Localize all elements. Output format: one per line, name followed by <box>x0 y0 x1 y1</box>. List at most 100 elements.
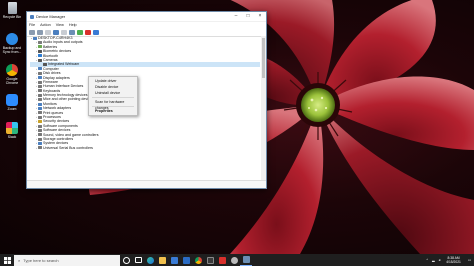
device-category-icon <box>38 41 42 45</box>
maximize-button[interactable]: □ <box>242 12 254 21</box>
device-manager-icon <box>30 14 34 19</box>
download-icon[interactable] <box>93 29 99 35</box>
clock-date: 4/15/2021 <box>446 260 461 264</box>
task-view-button[interactable] <box>132 254 144 266</box>
search-icon: ⌕ <box>18 257 21 263</box>
desktop-icon-label: Zoom <box>7 107 17 111</box>
taskbar-settings[interactable] <box>228 254 240 266</box>
device-category-icon <box>38 67 42 71</box>
device-category-icon <box>38 45 42 49</box>
taskbar-search-box[interactable]: ⌕ Type here to search <box>14 254 120 266</box>
minimize-button[interactable]: – <box>230 12 242 21</box>
vertical-scrollbar[interactable] <box>261 36 266 180</box>
uninstall-device-icon[interactable] <box>85 29 91 35</box>
recycle-bin-icon <box>7 2 17 14</box>
slack-icon <box>6 122 18 134</box>
taskbar-clock[interactable]: 8:38 AM 4/15/2021 <box>446 256 461 264</box>
view-icon[interactable] <box>61 29 67 35</box>
device-category-icon <box>38 71 42 75</box>
task-view-icon <box>134 257 142 263</box>
desktop-icon-label: Slack <box>7 135 17 139</box>
device-category-icon <box>38 58 42 62</box>
device-category-icon <box>38 128 42 132</box>
taskbar-chrome[interactable] <box>192 254 204 266</box>
desktop-icon-zoom[interactable]: Zoom <box>1 94 23 111</box>
taskbar-store[interactable] <box>168 254 180 266</box>
taskbar-mail[interactable] <box>180 254 192 266</box>
device-category-icon <box>38 137 42 141</box>
system-tray: ^ ▂ ◂ 8:38 AM 4/15/2021 ▭ <box>424 256 474 264</box>
taskbar-photos[interactable] <box>216 254 228 266</box>
notifications-icon[interactable]: ▭ <box>468 258 471 262</box>
forward-arrow-icon[interactable] <box>37 29 43 35</box>
device-category-icon <box>38 89 42 93</box>
device-category-icon <box>38 102 42 106</box>
mail-icon <box>182 256 190 264</box>
taskbar-app-dark[interactable] <box>204 254 216 266</box>
menu-help[interactable]: Help <box>69 23 77 27</box>
properties-icon[interactable] <box>45 29 51 35</box>
context-menu-item[interactable]: Uninstall device <box>89 90 137 96</box>
folder-icon <box>158 256 166 264</box>
device-category-icon <box>38 146 42 150</box>
device-category-icon <box>38 76 42 80</box>
device-category-icon <box>33 36 37 40</box>
cloud-icon <box>6 33 18 45</box>
taskbar-file-explorer[interactable] <box>156 254 168 266</box>
context-menu-item[interactable]: Properties <box>89 108 137 114</box>
device-category-icon <box>38 106 42 110</box>
device-category-icon <box>38 93 42 97</box>
windows-logo-icon <box>3 256 11 264</box>
context-menu-item[interactable]: Scan for hardware changes <box>89 99 137 110</box>
tree-item[interactable]: › Universal Serial Bus controllers <box>30 146 260 150</box>
title-bar[interactable]: Device Manager – □ × <box>27 12 266 22</box>
menu-action[interactable]: Action <box>40 23 51 27</box>
desktop-icon-label: Backup and Sync from... <box>2 46 22 54</box>
taskbar-edge[interactable] <box>144 254 156 266</box>
device-category-icon <box>43 63 47 67</box>
update-driver-icon[interactable] <box>77 29 83 35</box>
device-category-icon <box>38 111 42 115</box>
menu-file[interactable]: File <box>29 23 35 27</box>
chevron-up-icon[interactable]: ^ <box>426 258 428 262</box>
device-category-icon <box>38 80 42 84</box>
device-category-icon <box>38 84 42 88</box>
device-category-icon <box>38 54 42 58</box>
zoom-icon <box>6 94 18 106</box>
device-tree[interactable]: ⌄ DESKTOP-C4RH4K3 › Audio inputs and output… <box>30 36 260 180</box>
context-menu: Update driver Disable device Uninstall dev… <box>88 76 138 116</box>
start-button[interactable] <box>0 254 14 266</box>
cortana-icon <box>122 256 130 264</box>
volume-icon[interactable]: ◂ <box>439 258 441 262</box>
status-bar <box>27 180 266 188</box>
gear-icon <box>230 256 238 264</box>
device-category-icon <box>38 142 42 146</box>
desktop-icon-google-chrome[interactable]: Google Chrome <box>1 64 23 85</box>
scrollbar-thumb[interactable] <box>262 38 265 78</box>
device-category-icon <box>38 115 42 119</box>
scan-hardware-icon[interactable] <box>69 29 75 35</box>
device-manager-window[interactable]: Device Manager – □ × File Action View He… <box>26 11 267 189</box>
chrome-icon <box>6 64 18 76</box>
cortana-button[interactable] <box>120 254 132 266</box>
desktop-icon-recycle-bin[interactable]: Recycle Bin <box>1 2 23 19</box>
network-icon[interactable]: ▂ <box>432 258 435 262</box>
device-category-icon <box>38 120 42 124</box>
desktop-icon-label: Recycle Bin <box>2 15 22 19</box>
app-icon <box>206 256 214 264</box>
desktop-icon-slack[interactable]: Slack <box>1 122 23 139</box>
back-arrow-icon[interactable] <box>29 29 35 35</box>
menu-separator <box>92 97 134 98</box>
taskbar-device-manager[interactable] <box>240 254 252 266</box>
menu-view[interactable]: View <box>56 23 64 27</box>
chrome-icon <box>194 256 202 264</box>
search-placeholder: Type here to search <box>23 257 59 263</box>
window-title: Device Manager <box>36 14 66 19</box>
close-button[interactable]: × <box>254 12 266 21</box>
help-icon[interactable] <box>53 29 59 35</box>
desktop-icon-backup-and-sync[interactable]: Backup and Sync from... <box>1 33 23 54</box>
device-category-icon <box>38 133 42 137</box>
device-manager-icon <box>242 256 250 263</box>
device-category-icon <box>38 49 42 53</box>
edge-icon <box>146 256 154 264</box>
